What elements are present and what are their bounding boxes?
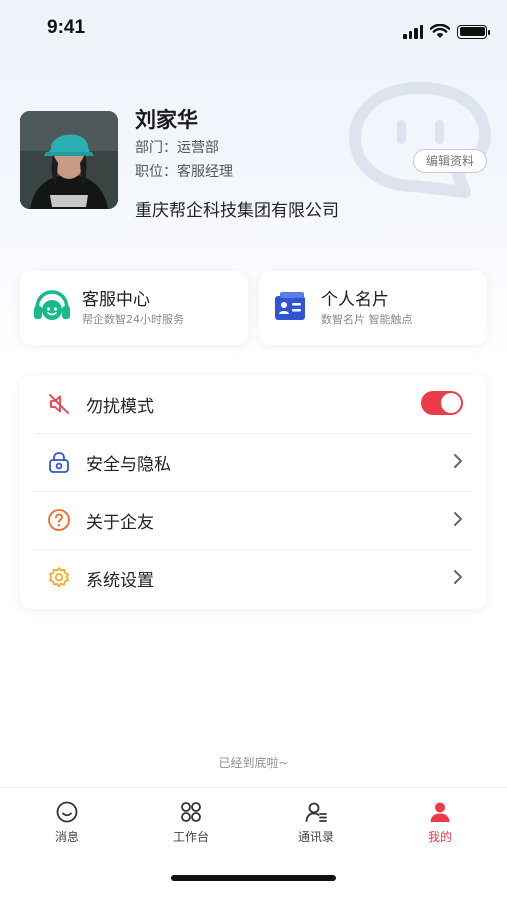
question-icon xyxy=(48,509,70,531)
business-card-card[interactable]: 个人名片 数智名片 智能触点 xyxy=(259,271,487,345)
settings-item-label: 系统设置 xyxy=(86,571,154,591)
status-bar: 9:41 xyxy=(0,0,507,60)
tab-contacts[interactable]: 通讯录 xyxy=(276,800,356,845)
id-card-icon xyxy=(275,292,305,320)
gear-icon xyxy=(49,567,69,588)
end-of-list-note: 已经到底啦~ xyxy=(218,756,289,770)
user-company: 重庆帮企科技集团有限公司 xyxy=(135,201,339,221)
status-time: 9:41 xyxy=(47,17,86,38)
headset-icon xyxy=(34,290,70,320)
wifi-icon xyxy=(430,24,450,38)
cellular-signal-icon xyxy=(403,24,423,39)
mute-icon xyxy=(49,394,69,414)
lock-icon xyxy=(49,452,69,473)
tab-label: 我的 xyxy=(427,830,452,844)
profile-header: 刘家华 部门：运营部 职位：客服经理 重庆帮企科技集团有限公司 编辑资料 xyxy=(20,100,487,230)
message-icon xyxy=(56,801,78,823)
settings-item-about[interactable]: 关于企友 xyxy=(20,491,487,549)
chevron-right-icon xyxy=(454,570,462,584)
quick-cards: 客服中心 帮企数智24小时服务 个人名片 数智名片 智能触点 xyxy=(20,271,487,345)
battery-icon xyxy=(457,24,490,39)
tab-label: 消息 xyxy=(54,830,79,844)
card-title: 客服中心 xyxy=(82,290,150,310)
tab-messages[interactable]: 消息 xyxy=(27,800,107,845)
card-subtitle: 帮企数智24小时服务 xyxy=(82,313,184,326)
settings-item-security-privacy[interactable]: 安全与隐私 xyxy=(20,433,487,491)
settings-item-do-not-disturb[interactable]: 勿扰模式 xyxy=(20,375,487,433)
tab-workbench[interactable]: 工作台 xyxy=(151,800,231,845)
settings-item-system[interactable]: 系统设置 xyxy=(20,549,487,607)
bottom-tab-bar: 消息 工作台 通讯录 我的 xyxy=(0,787,507,900)
user-department: 部门：运营部 xyxy=(135,140,219,156)
user-name: 刘家华 xyxy=(135,108,198,132)
home-indicator xyxy=(171,875,336,881)
settings-item-label: 勿扰模式 xyxy=(86,397,154,417)
customer-service-card[interactable]: 客服中心 帮企数智24小时服务 xyxy=(20,271,248,345)
do-not-disturb-toggle[interactable] xyxy=(421,391,463,415)
chevron-right-icon xyxy=(454,454,462,468)
tab-label: 通讯录 xyxy=(297,830,334,844)
tab-label: 工作台 xyxy=(172,830,209,844)
card-subtitle: 数智名片 智能触点 xyxy=(321,313,413,326)
status-icons xyxy=(403,24,490,39)
card-title: 个人名片 xyxy=(321,290,389,310)
chevron-right-icon xyxy=(454,512,462,526)
contacts-icon xyxy=(305,802,327,822)
settings-list: 勿扰模式 安全与隐私 关于企友 系统设置 xyxy=(20,375,487,609)
avatar[interactable] xyxy=(20,111,118,209)
edit-profile-button[interactable]: 编辑资料 xyxy=(412,149,487,173)
workbench-icon xyxy=(181,802,201,822)
settings-item-label: 安全与隐私 xyxy=(86,455,171,475)
tab-profile[interactable]: 我的 xyxy=(400,800,480,845)
profile-icon xyxy=(430,802,450,822)
settings-item-label: 关于企友 xyxy=(86,513,154,533)
toggle-knob xyxy=(441,393,461,413)
avatar-portrait xyxy=(20,111,118,209)
user-position: 职位：客服经理 xyxy=(135,164,233,180)
